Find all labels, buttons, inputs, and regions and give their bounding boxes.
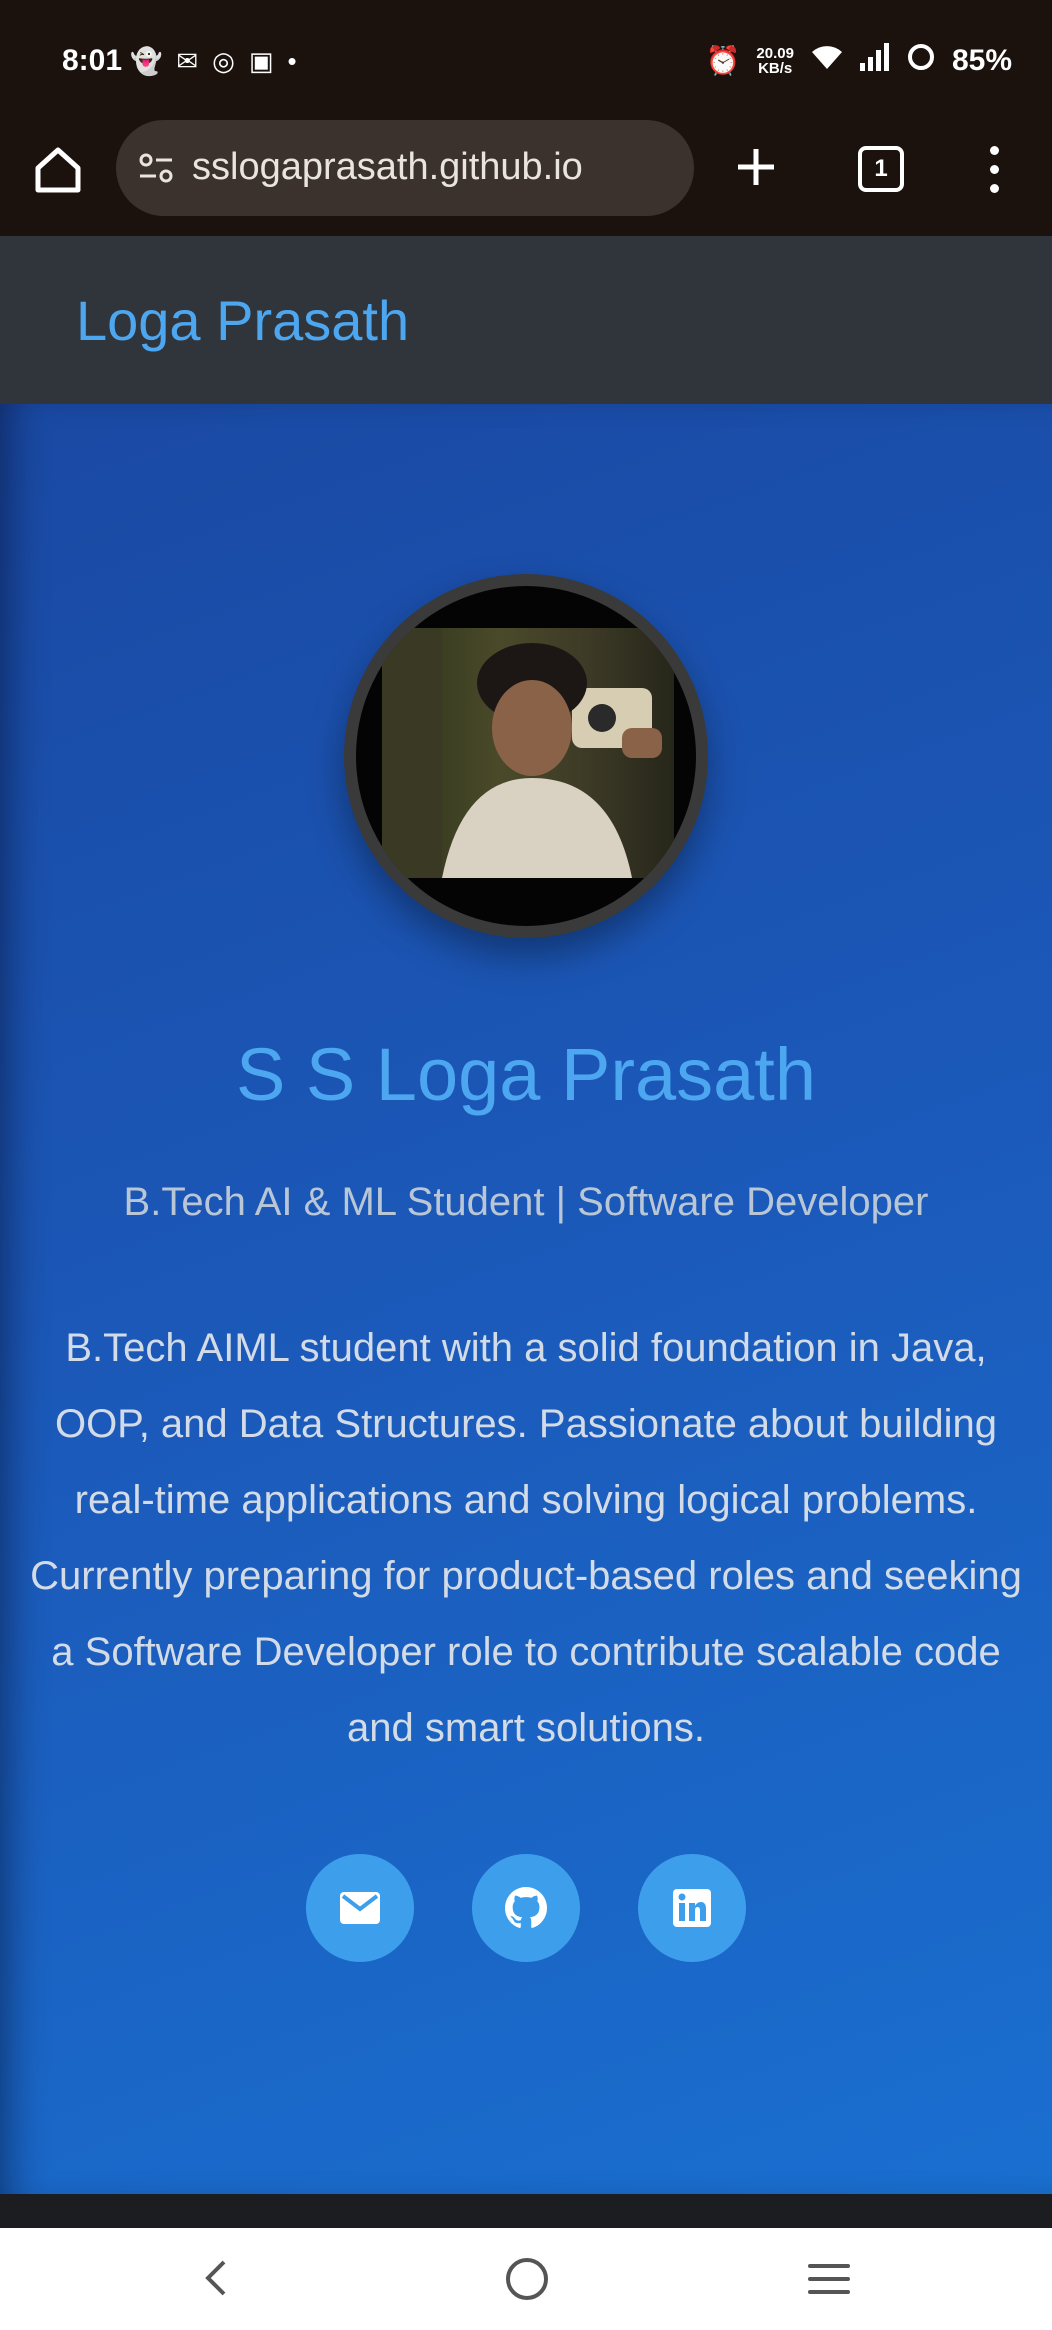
wifi-icon [810,43,844,78]
signal-icon [859,43,890,78]
avatar-frame [356,586,696,926]
hero-bio: B.Tech AIML student with a solid foundat… [30,1326,1022,1750]
home-icon [35,147,81,193]
back-icon [205,2260,226,2296]
status-right: ⏰ 20.09 KB/s 85% [706,42,1012,79]
plus-icon [738,149,774,185]
status-bar: 8:01 👻 ✉ ◎ ▣ • ⏰ 20.09 KB/s 85% [0,0,1052,120]
site-settings-icon[interactable] [136,148,176,188]
gmail-icon: ✉ [176,46,199,76]
notification-icons: 👻 ✉ ◎ ▣ • [130,44,297,78]
dot-icon: • [287,46,297,76]
hero-name: S S Loga Prasath [235,1033,817,1116]
github-icon [505,1887,547,1928]
email-button[interactable] [306,1854,414,1962]
app-icon: ▣ [248,46,274,76]
site-navbar: Loga Prasath [0,236,1052,404]
browser-menu-button[interactable] [984,142,1004,202]
battery-icon [906,42,936,79]
speed-unit: KB/s [758,59,793,77]
profile-photo [382,628,674,878]
battery-level: 85% [951,43,1012,77]
email-icon [340,1892,380,1924]
page-footer [0,2194,1052,2228]
recents-button[interactable] [808,2264,850,2303]
site-brand[interactable]: Loga Prasath [76,288,409,353]
new-tab-button[interactable] [734,142,778,198]
system-navigation-bar [0,2228,1052,2330]
hero-subtitle: B.Tech AI & ML Student | Software Develo… [123,1180,929,1224]
linkedin-icon [673,1889,711,1927]
avatar [344,574,708,938]
browser-toolbar: sslogaprasath.github.io 1 [0,120,1052,236]
url-text[interactable]: sslogaprasath.github.io [192,146,583,189]
alarm-icon: ⏰ [705,45,741,76]
back-button[interactable] [200,2258,230,2303]
home-button[interactable] [30,142,86,198]
github-button[interactable] [472,1854,580,1962]
instagram-icon: ◎ [212,46,235,76]
network-speed: 20.09 KB/s [756,46,794,76]
hero-section: S S Loga Prasath B.Tech AI & ML Student … [0,404,1052,2194]
tab-switcher-button[interactable]: 1 [858,146,904,192]
social-links [0,1854,1052,1962]
snapchat-icon: 👻 [130,46,163,76]
linkedin-button[interactable] [638,1854,746,1962]
home-nav-button[interactable] [506,2258,548,2300]
status-time: 8:01 [62,44,123,77]
address-bar[interactable]: sslogaprasath.github.io [116,120,694,216]
